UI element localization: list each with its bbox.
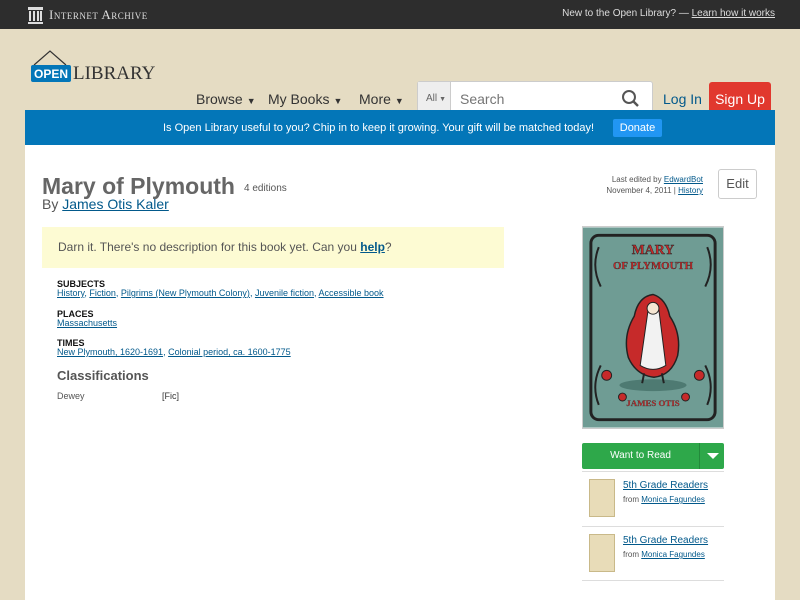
nav-browse[interactable]: Browse ▼	[196, 91, 256, 107]
site-header: OPEN LIBRARY Browse ▼ My Books ▼ More ▼ All…	[0, 29, 800, 117]
classifications-heading: Classifications	[57, 368, 149, 383]
help-link[interactable]: help	[360, 240, 385, 254]
dewey-label: Dewey	[57, 391, 85, 401]
want-to-read-button[interactable]: Want to Read	[582, 443, 724, 469]
editor-link[interactable]: EdwardBot	[664, 175, 703, 184]
nav-more[interactable]: More ▼	[359, 91, 404, 107]
list-title-link[interactable]: 5th Grade Readers	[623, 480, 708, 491]
internet-archive-text: Internet Archive	[49, 7, 148, 22]
cover-title-line2: OF PLYMOUTH	[613, 260, 694, 272]
list-owner-link[interactable]: Monica Fagundes	[641, 550, 705, 559]
caret-down-icon: ▼	[439, 96, 447, 103]
time-link[interactable]: Colonial period, ca. 1600-1775	[168, 347, 291, 357]
donate-button[interactable]: Donate	[613, 119, 662, 137]
subject-link[interactable]: History	[57, 288, 84, 298]
subject-link[interactable]: Juvenile fiction	[255, 288, 314, 298]
list-title-link[interactable]: 5th Grade Readers	[623, 535, 708, 546]
subject-link[interactable]: Fiction	[89, 288, 116, 298]
list-thumbnail	[589, 479, 615, 517]
history-link[interactable]: History	[678, 186, 703, 195]
list-item[interactable]: 5th Grade Readers from Monica Fagundes	[582, 471, 724, 525]
want-to-read-dropdown[interactable]	[699, 443, 724, 469]
list-owner-link[interactable]: Monica Fagundes	[641, 495, 705, 504]
book-cover-image[interactable]: MARY OF PLYMOUTH JAMES OTIS	[582, 226, 724, 429]
subject-link[interactable]: Accessible book	[319, 288, 384, 298]
list-thumbnail	[589, 534, 615, 572]
subjects-list: History, Fiction, Pilgrims (New Plymouth…	[57, 288, 384, 298]
edit-button[interactable]: Edit	[718, 169, 757, 199]
subject-link[interactable]: Pilgrims (New Plymouth Colony)	[121, 288, 250, 298]
time-link[interactable]: New Plymouth, 1620-1691	[57, 347, 163, 357]
logo-open-text: OPEN	[34, 67, 68, 81]
editions-count: 4 editions	[244, 183, 287, 194]
cover-title-line1: MARY	[632, 242, 674, 257]
description-box: Darn it. There's no description for this…	[42, 227, 504, 268]
nav-my-books[interactable]: My Books ▼	[268, 91, 342, 107]
times-list: New Plymouth, 1620-1691, Colonial period…	[57, 347, 291, 357]
learn-how-link[interactable]: Learn how it works	[692, 8, 775, 19]
internet-archive-bar: Internet Archive New to the Open Library…	[0, 0, 800, 29]
new-to-library-text: New to the Open Library? — Learn how it …	[562, 8, 775, 19]
place-link[interactable]: Massachusetts	[57, 318, 117, 328]
list-owner: from Monica Fagundes	[623, 550, 705, 559]
list-item[interactable]: 5th Grade Readers from Monica Fagundes	[582, 526, 724, 581]
places-list: Massachusetts	[57, 318, 117, 328]
caret-down-icon: ▼	[333, 96, 343, 106]
want-to-read-label: Want to Read	[610, 450, 671, 461]
author-byline: By James Otis Kaler	[42, 196, 169, 212]
internet-archive-logo[interactable]: Internet Archive	[28, 6, 148, 24]
last-edited-info: Last edited by EdwardBot November 4, 201…	[606, 175, 703, 195]
donate-text: Is Open Library useful to you? Chip in t…	[163, 122, 595, 134]
archive-building-icon	[28, 6, 43, 24]
caret-down-icon: ▼	[394, 96, 404, 106]
dewey-value: [Fic]	[162, 391, 179, 401]
logo-library-text: LIBRARY	[73, 63, 156, 84]
donate-banner: Is Open Library useful to you? Chip in t…	[25, 110, 775, 145]
author-link[interactable]: James Otis Kaler	[62, 196, 169, 212]
open-library-logo[interactable]: OPEN LIBRARY	[30, 49, 165, 89]
caret-down-icon	[707, 453, 719, 459]
caret-down-icon: ▼	[246, 96, 256, 106]
list-owner: from Monica Fagundes	[623, 495, 705, 504]
login-link[interactable]: Log In	[663, 91, 702, 107]
cover-author: JAMES OTIS	[626, 398, 679, 408]
book-panel: Mary of Plymouth 4 editions By James Oti…	[25, 145, 775, 600]
